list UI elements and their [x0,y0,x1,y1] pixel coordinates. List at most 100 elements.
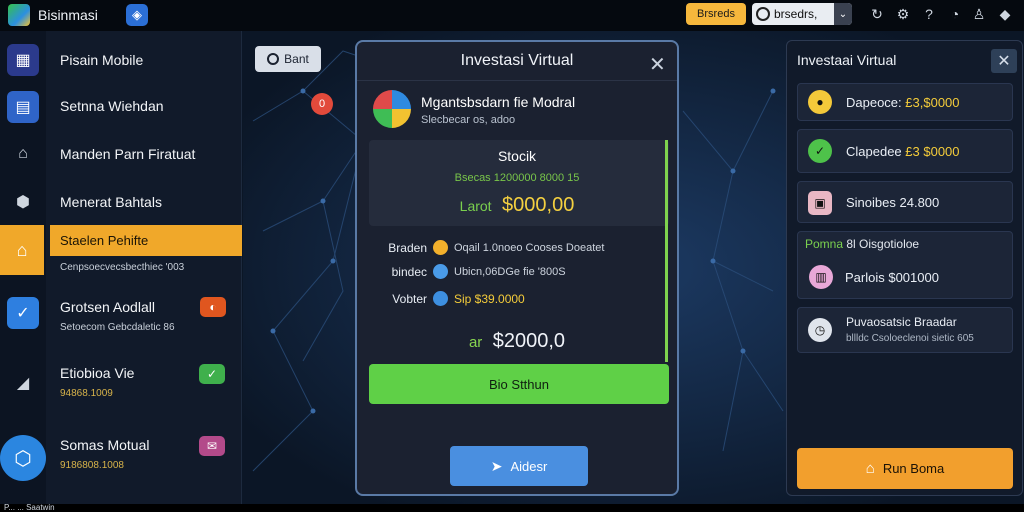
stock-detail-line: Bsecas 1200000 8000 15 [454,172,580,184]
check-circle-icon: ✓ [808,139,832,163]
sidebar-item-label: Manden Parn Firatuat [60,146,196,162]
detail-key: bindec [391,264,427,279]
total-value: $2000,0 [492,330,566,352]
sidebar-item-subtitle: 94868.1009 [60,388,113,399]
stock-title: Stocik [497,148,537,164]
account-selector[interactable]: brsedrs, ⌄ [752,3,852,25]
start-button-label: Bant [284,52,309,66]
shield-icon[interactable]: ⬢ [7,186,39,218]
bell-icon[interactable]: ◔ [946,5,964,23]
coin-icon: ● [808,90,832,114]
total-row: ar $2000,0 [357,330,677,353]
sidebar-item-label: Setnna Wiehdan [60,98,164,114]
investment-modal: Investasi Virtual ✕ Mgantsbsdarn fie Mod… [355,40,679,496]
top-bar: Bisinmasi ◈ Brsreds brsedrs, ⌄ ↻ ⚙ ? ◔ ♙… [0,0,1024,31]
detail-row: Vobter Sip $39.0000 [379,291,525,306]
company-logo [373,90,411,128]
mask-icon: ◐ [200,297,226,317]
sidebar-item-subtitle: Setoecom Gebcdaletic 86 [60,322,175,333]
balance-card[interactable]: ✓ Clapedee £3 $0000 [797,129,1013,173]
sidebar-item-label: Somas Motual [60,437,150,453]
balance-label: Dapeoce: [846,95,902,110]
home-icon[interactable]: ⌂ [7,138,39,170]
company-name: Mgantsbsdarn fie Modral [421,94,576,110]
yellow-action-button[interactable]: Brsreds [686,3,746,25]
status-text: P... ... Saatwin [4,503,55,512]
stock-price-row: Larot $000,00 [357,194,677,217]
info-icon [433,264,448,279]
account-label: brsedrs, [774,7,818,21]
check-icon[interactable]: ✓ [7,297,39,329]
detail-row: bindec Ubicn,06DGe fie '800S [379,264,566,279]
sidebar-item-label: Grotsen Aodlall [60,299,155,315]
support-button[interactable]: ⬡ [0,435,46,481]
portfolio-heading-accent: Pomna [805,237,844,251]
user-icon[interactable]: ♙ [970,5,988,23]
close-icon[interactable]: ✕ [649,52,666,77]
play-icon [267,53,280,65]
diamond-icon [433,291,448,306]
balance-card[interactable]: ● Dapeoce: £3,$0000 [797,83,1013,121]
chevron-down-icon[interactable]: ⌄ [834,3,852,25]
action-button-label: Aidesr [510,458,548,474]
panel-title: Investaai Virtual [797,52,897,68]
sidebar-item-label: Etiobioa Vie [60,365,135,381]
balance-text: Clapedee £3 $0000 [846,144,960,159]
help-icon[interactable]: ? [920,5,938,23]
detail-key: Braden [388,240,427,255]
app-logo [8,4,30,26]
total-label: ar [468,334,483,351]
buy-button[interactable]: Bio Stthun [369,364,669,404]
bookmark-icon[interactable]: ◈ [126,4,148,26]
action-button[interactable]: ➤ Aidesr [450,446,588,486]
folder-icon[interactable]: ⌂ [0,225,44,275]
bag-icon: ▣ [808,191,832,215]
diamond-icon[interactable]: ◆ [996,5,1014,23]
detail-row: Braden Oqail 1.0noeo Cooses Doeatet [379,240,604,255]
balance-label: Sinoibes [846,195,896,210]
sidebar-item[interactable]: Etiobioa Vie 94868.1009 [60,365,134,399]
gear-icon[interactable]: ⚙ [894,5,912,23]
run-button-label: Run Boma [882,461,945,476]
app-title: Bisinmasi [38,7,98,23]
calendar-icon[interactable]: ▤ [7,91,39,123]
refresh-icon[interactable]: ↻ [868,5,886,23]
detail-key: Vobter [392,291,427,306]
sidebar-item[interactable]: Somas Motual 9186808.1008 [60,437,149,471]
detail-value: Sip $39.0000 [454,291,525,306]
balance-value: 24.800 [899,195,940,210]
company-subtitle: Slecbecar os, adoo [421,114,516,126]
sidebar-item[interactable]: Menerat Bahtals [60,194,162,210]
balance-text: Dapeoce: £3,$0000 [846,95,960,110]
account-icon [756,7,770,21]
status-bar [0,504,1024,512]
sidebar-item-label: Pisain Mobile [60,52,144,68]
price-label: Larot [459,198,492,214]
sidebar-item[interactable]: Manden Parn Firatuat [60,146,195,162]
sidebar-item-active[interactable]: Staelen Pehifte [50,225,242,256]
sidebar-item[interactable]: Pisain Mobile [60,52,143,68]
portfolio-item: Parlois $001000 [845,270,939,285]
notification-dot[interactable]: 0 [311,93,333,115]
right-panel: Investaai Virtual ✕ ● Dapeoce: £3,$0000 … [786,40,1023,496]
sidebar-item[interactable]: Grotsen Aodlall Setoecom Gebcdaletic 86 [60,299,175,333]
balance-card[interactable]: ▣ Sinoibes 24.800 [797,181,1013,223]
sidebar-item[interactable]: Setnna Wiehdan [60,98,164,114]
clock-icon [433,240,448,255]
chart-icon[interactable]: ◢ [7,367,39,399]
news-subtitle: bllldc Csoloeclenoi sietic 605 [846,333,974,344]
news-card[interactable]: ◷ Puvaosatsic Braadar bllldc Csoloecleno… [797,307,1013,353]
sidebar-item-subtitle: Cenpsoecvecsbecthiec '003 [60,262,185,273]
mail-icon: ✉ [199,436,225,456]
apps-icon[interactable]: ▦ [7,44,39,76]
detail-value: Ubicn,06DGe fie '800S [454,265,566,278]
run-button[interactable]: ⌂ Run Boma [797,448,1013,489]
send-icon: ➤ [490,457,503,474]
start-button[interactable]: Bant [255,46,321,72]
close-icon[interactable]: ✕ [991,49,1017,73]
sidebar: ▦ ▤ ⌂ ⬢ ✓ ◢ ⌂ Pisain Mobile Setnna Wiehd… [0,31,242,504]
home-icon: ⌂ [865,460,875,477]
stock-icon: ▥ [809,265,833,289]
balance-label: Clapedee [846,144,902,159]
check-badge-icon: ✓ [199,364,225,384]
